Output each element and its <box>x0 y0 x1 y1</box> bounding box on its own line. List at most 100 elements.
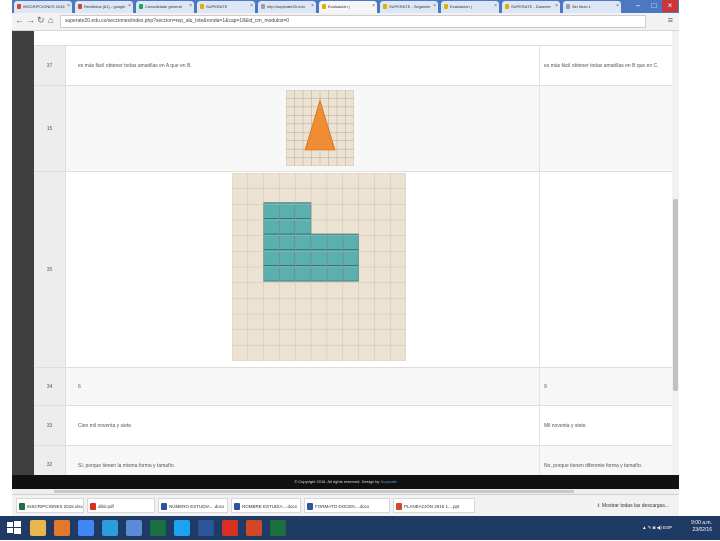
answer-right: es más fácil obtener todas amarillas en … <box>544 63 659 69</box>
browser-tab[interactable]: Evaluación | × <box>319 1 377 13</box>
column-divider <box>539 86 540 171</box>
browser-tab[interactable]: SUPERATE - Docente × <box>502 1 560 13</box>
teal-cell <box>294 202 312 219</box>
teal-cell <box>279 265 296 282</box>
clock[interactable]: 9:00 a.m. 23/02/16 <box>691 520 712 534</box>
download-item[interactable]: INSCRIPCIONES 2016.xlsx <box>16 498 84 513</box>
paint-icon[interactable] <box>102 520 118 536</box>
teal-cell <box>342 233 359 251</box>
left-margin <box>12 31 34 475</box>
download-label: PLANEACIÓN 2016 1....ppt <box>404 504 460 509</box>
teal-cell <box>326 249 344 266</box>
url-field[interactable]: superate20.edu.co/secciones/index.php?se… <box>60 15 646 28</box>
menu-icon[interactable]: ≡ <box>668 15 673 25</box>
maximize-icon[interactable]: □ <box>646 0 662 12</box>
chrome-icon[interactable] <box>78 520 94 536</box>
horizontal-scrollbar-thumb[interactable] <box>54 490 574 493</box>
row-number: 32 <box>34 446 66 475</box>
download-item[interactable]: NÚMERO ESTUDIA....docx <box>158 498 228 513</box>
people-icon[interactable] <box>126 520 142 536</box>
vertical-scrollbar[interactable] <box>672 31 679 475</box>
download-item[interactable]: PLANEACIÓN 2016 1....ppt <box>393 498 475 513</box>
close-tab-icon[interactable]: × <box>433 1 436 12</box>
download-label: NÚMERO ESTUDIA....docx <box>169 504 225 509</box>
tab-label: SUPERATE - Docente <box>511 4 551 9</box>
browser-tab[interactable]: Evaluación | × <box>441 1 499 13</box>
word-icon[interactable] <box>198 520 214 536</box>
teal-cell <box>342 249 359 266</box>
tab-bar: INSCRIPCIONES 2016 × Recibidos (61) - goog… <box>12 0 679 13</box>
browser-tab[interactable]: Recibidos (61) - google × <box>75 1 133 13</box>
windows-taskbar: ▲ ✎ ◙ ◀) ESP 9:00 a.m. 23/02/16 <box>0 516 720 540</box>
close-tab-icon[interactable]: × <box>616 1 619 12</box>
close-tab-icon[interactable]: × <box>189 1 192 12</box>
teal-cell <box>326 233 344 251</box>
tab-label: http://superate20.edu <box>267 4 305 9</box>
sheets-icon <box>139 4 143 9</box>
pdf-icon <box>90 503 96 510</box>
browser-tab[interactable]: SUPERATE - Seguimie × <box>380 1 438 13</box>
teal-cell <box>263 218 280 235</box>
close-tab-icon[interactable]: × <box>67 1 70 12</box>
ppt-icon <box>396 503 402 510</box>
tab-label: SUPERATE <box>206 4 228 9</box>
browser-window: INSCRIPCIONES 2016 × Recibidos (61) - goog… <box>12 0 679 516</box>
close-tab-icon[interactable]: × <box>555 1 558 12</box>
close-tab-icon[interactable]: × <box>494 1 497 12</box>
teal-cell <box>294 249 312 266</box>
footer-brand-link[interactable]: Superate <box>381 479 397 484</box>
close-tab-icon[interactable]: × <box>250 1 253 12</box>
scrollbar-thumb[interactable] <box>673 199 678 391</box>
teal-cell <box>326 265 344 282</box>
table-row: 15 <box>34 85 672 171</box>
home-icon[interactable]: ⌂ <box>48 15 53 25</box>
teal-cell <box>310 265 328 282</box>
table-row: 35 <box>34 171 672 367</box>
browser-tab[interactable]: http://superate20.edu × <box>258 1 316 13</box>
file-explorer-icon[interactable] <box>30 520 46 536</box>
download-item[interactable]: FORMATO DOCEN....docx <box>304 498 390 513</box>
system-tray-icons[interactable]: ▲ ✎ ◙ ◀) ESP <box>642 524 672 531</box>
powerpoint-icon[interactable] <box>246 520 262 536</box>
browser-tab[interactable]: INSCRIPCIONES 2016 × <box>14 1 72 13</box>
close-tab-icon[interactable]: × <box>128 1 131 12</box>
column-divider <box>539 172 540 367</box>
browser-tab[interactable]: SUPERATE × <box>197 1 255 13</box>
teal-cell <box>263 249 280 266</box>
show-all-downloads-link[interactable]: ⬇ Mostrar todas las descargas... <box>596 503 669 509</box>
download-bar: ⬇ Mostrar todas las descargas... INSCRIP… <box>12 494 679 516</box>
teal-cell <box>342 265 359 282</box>
superate-icon <box>383 4 387 9</box>
download-item[interactable]: NOMBRE ESTUDIA....docx <box>231 498 301 513</box>
answer-left: es más fácil obtener todas amarillas en … <box>78 63 192 69</box>
gmail-icon <box>78 4 82 9</box>
answer-left: 6 <box>78 384 81 390</box>
table-row: 32 Sí, porque tienen la misma forma y ta… <box>34 445 672 475</box>
media-player-icon[interactable] <box>54 520 70 536</box>
download-item[interactable]: dibir.pdf <box>87 498 155 513</box>
spreadsheet-icon[interactable] <box>270 520 286 536</box>
answer-left: Cien mil noventa y siete. <box>78 423 133 429</box>
close-icon[interactable]: × <box>662 0 678 12</box>
tab-label: Evaluación | <box>450 4 472 9</box>
minimize-icon[interactable]: – <box>630 0 646 12</box>
page-content: 37 es más fácil obtener todas amarillas … <box>12 31 672 475</box>
pdf-icon[interactable] <box>222 520 238 536</box>
teal-cell <box>310 249 328 266</box>
superate-icon <box>200 4 204 9</box>
teal-cell <box>279 202 296 219</box>
ie-icon[interactable] <box>174 520 190 536</box>
reload-icon[interactable]: ↻ <box>37 15 45 26</box>
windows-start-icon[interactable] <box>6 520 22 536</box>
back-icon[interactable]: ← <box>15 15 24 25</box>
column-divider <box>539 446 540 475</box>
close-tab-icon[interactable]: × <box>372 1 375 12</box>
excel-icon[interactable] <box>150 520 166 536</box>
download-label: INSCRIPCIONES 2016.xlsx <box>27 504 83 509</box>
browser-tab[interactable]: Consolidado general × <box>136 1 194 13</box>
forward-icon[interactable]: → <box>26 15 35 25</box>
close-tab-icon[interactable]: × <box>311 1 314 12</box>
row-number: 37 <box>34 46 66 85</box>
browser-tab[interactable]: Sin título 1 × <box>563 1 621 13</box>
row-number: 34 <box>34 368 66 405</box>
